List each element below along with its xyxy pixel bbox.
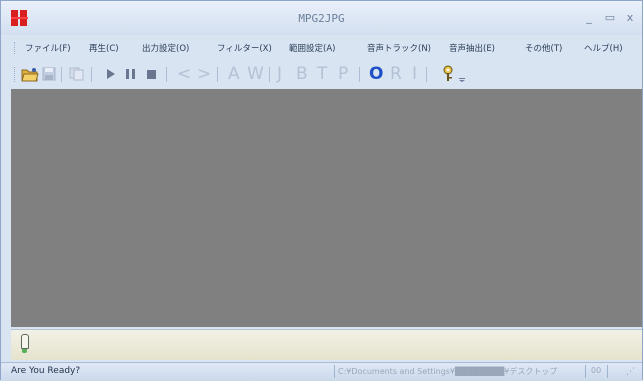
menu-audio-extract[interactable]: 音声抽出(E) <box>449 42 495 54</box>
menu-range-settings[interactable]: 範囲設定(A) <box>289 42 335 54</box>
next-frame-button[interactable]: > <box>197 63 211 85</box>
status-separator <box>585 365 586 378</box>
tool-i-button[interactable]: I <box>412 63 417 85</box>
save-disk-icon[interactable] <box>42 67 56 81</box>
menu-filter[interactable]: フィルター(X) <box>217 42 272 54</box>
app-window: MPG2JPG _ ▭ x ファイル(F) 再生(C) 出力設定(O) フィルタ… <box>0 0 643 381</box>
toolbar-grip[interactable] <box>14 67 17 82</box>
copy-icon[interactable] <box>69 67 85 81</box>
stop-icon[interactable] <box>146 68 158 80</box>
tool-t-button[interactable]: T <box>317 63 327 85</box>
toolbar-separator <box>166 67 167 82</box>
toolbar-separator <box>359 67 360 82</box>
status-separator <box>334 365 335 378</box>
toolbar-separator <box>426 67 427 82</box>
menu-other[interactable]: その他(T) <box>525 42 562 54</box>
pause-icon[interactable] <box>125 68 137 80</box>
toolbar-separator <box>91 67 92 82</box>
minimize-button[interactable]: _ <box>581 11 597 25</box>
status-separator <box>607 365 608 378</box>
menu-audio-track[interactable]: 音声トラック(N) <box>367 42 431 54</box>
menu-bar: ファイル(F) 再生(C) 出力設定(O) フィルター(X) 範囲設定(A) 音… <box>1 37 642 59</box>
play-icon[interactable] <box>106 68 116 80</box>
menu-output-settings[interactable]: 出力設定(O) <box>142 42 189 54</box>
resize-grip-icon[interactable]: ⋰ <box>626 367 635 377</box>
status-path: C:¥Documents and Settings¥████████¥デスクトッ… <box>338 367 558 376</box>
tool-a-button[interactable]: A <box>228 63 240 85</box>
toolbar-overflow-icon[interactable] <box>457 69 467 83</box>
tool-r-button[interactable]: R <box>390 63 402 85</box>
title-bar: MPG2JPG _ ▭ x <box>1 1 642 35</box>
close-button[interactable]: x <box>622 11 638 25</box>
menu-play[interactable]: 再生(C) <box>89 42 119 54</box>
toolbar-separator <box>217 67 218 82</box>
tool-w-button[interactable]: W <box>247 63 264 85</box>
pen-icon[interactable] <box>20 334 30 354</box>
command-bar <box>11 329 642 360</box>
key-icon[interactable] <box>442 65 454 83</box>
menu-grip[interactable] <box>14 42 17 54</box>
video-preview-area[interactable] <box>11 89 642 327</box>
tool-p-button[interactable]: P <box>338 63 348 85</box>
menu-file[interactable]: ファイル(F) <box>25 42 71 54</box>
status-bar: Are You Ready? C:¥Documents and Settings… <box>1 362 642 381</box>
open-folder-icon[interactable] <box>21 66 39 82</box>
toolbar-separator <box>61 67 62 82</box>
status-message: Are You Ready? <box>11 366 81 376</box>
status-number: 00 <box>591 366 602 375</box>
tool-o-button[interactable]: O <box>369 63 383 85</box>
tool-b-button[interactable]: B <box>296 63 308 85</box>
maximize-button[interactable]: ▭ <box>602 11 618 25</box>
toolbar-separator <box>269 67 270 82</box>
menu-help[interactable]: ヘルプ(H) <box>584 42 623 54</box>
window-title: MPG2JPG <box>298 12 345 25</box>
previous-frame-button[interactable]: < <box>177 63 191 85</box>
tool-j-button[interactable]: J <box>277 63 282 85</box>
